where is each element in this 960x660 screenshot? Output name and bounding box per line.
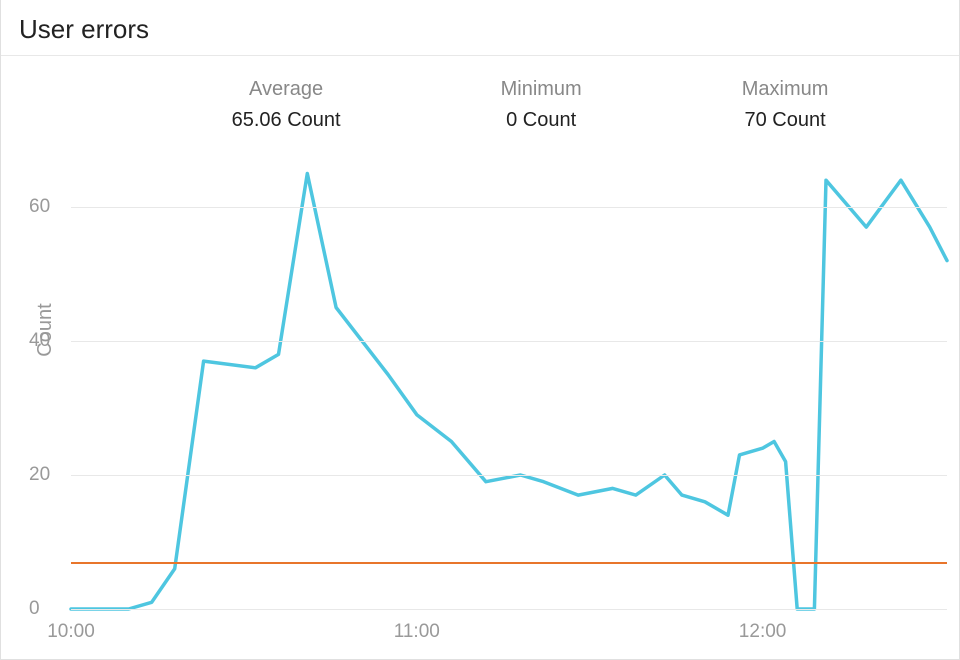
y-tick-label: 20	[29, 464, 50, 486]
chart-card: User errors Average 65.06 Count Minimum …	[0, 0, 960, 660]
y-tick-label: 0	[29, 598, 40, 620]
line-chart-svg	[71, 140, 947, 609]
plot-area[interactable]: 020406010:0011:0012:00	[71, 140, 947, 609]
x-tick-label: 12:00	[739, 621, 787, 643]
stat-minimum: Minimum 0 Count	[501, 78, 582, 132]
stat-average-label: Average	[232, 78, 341, 101]
stat-maximum: Maximum 70 Count	[742, 78, 829, 132]
data-line	[71, 174, 947, 610]
stat-average-value: 65.06 Count	[232, 109, 341, 132]
x-tick-label: 11:00	[394, 621, 440, 643]
stat-minimum-label: Minimum	[501, 78, 582, 101]
gridline	[71, 341, 947, 342]
y-tick-label: 60	[29, 196, 50, 218]
threshold-line	[71, 562, 947, 564]
stats-row: Average 65.06 Count Minimum 0 Count Maxi…	[1, 56, 959, 142]
gridline	[71, 207, 947, 208]
gridline	[71, 475, 947, 476]
stat-average: Average 65.06 Count	[232, 78, 341, 132]
gridline	[71, 609, 947, 610]
y-tick-label: 40	[29, 330, 50, 352]
stat-maximum-label: Maximum	[742, 78, 829, 101]
chart-title: User errors	[1, 0, 959, 56]
x-tick-label: 10:00	[47, 621, 95, 643]
stat-maximum-value: 70 Count	[742, 109, 829, 132]
stat-minimum-value: 0 Count	[501, 109, 582, 132]
